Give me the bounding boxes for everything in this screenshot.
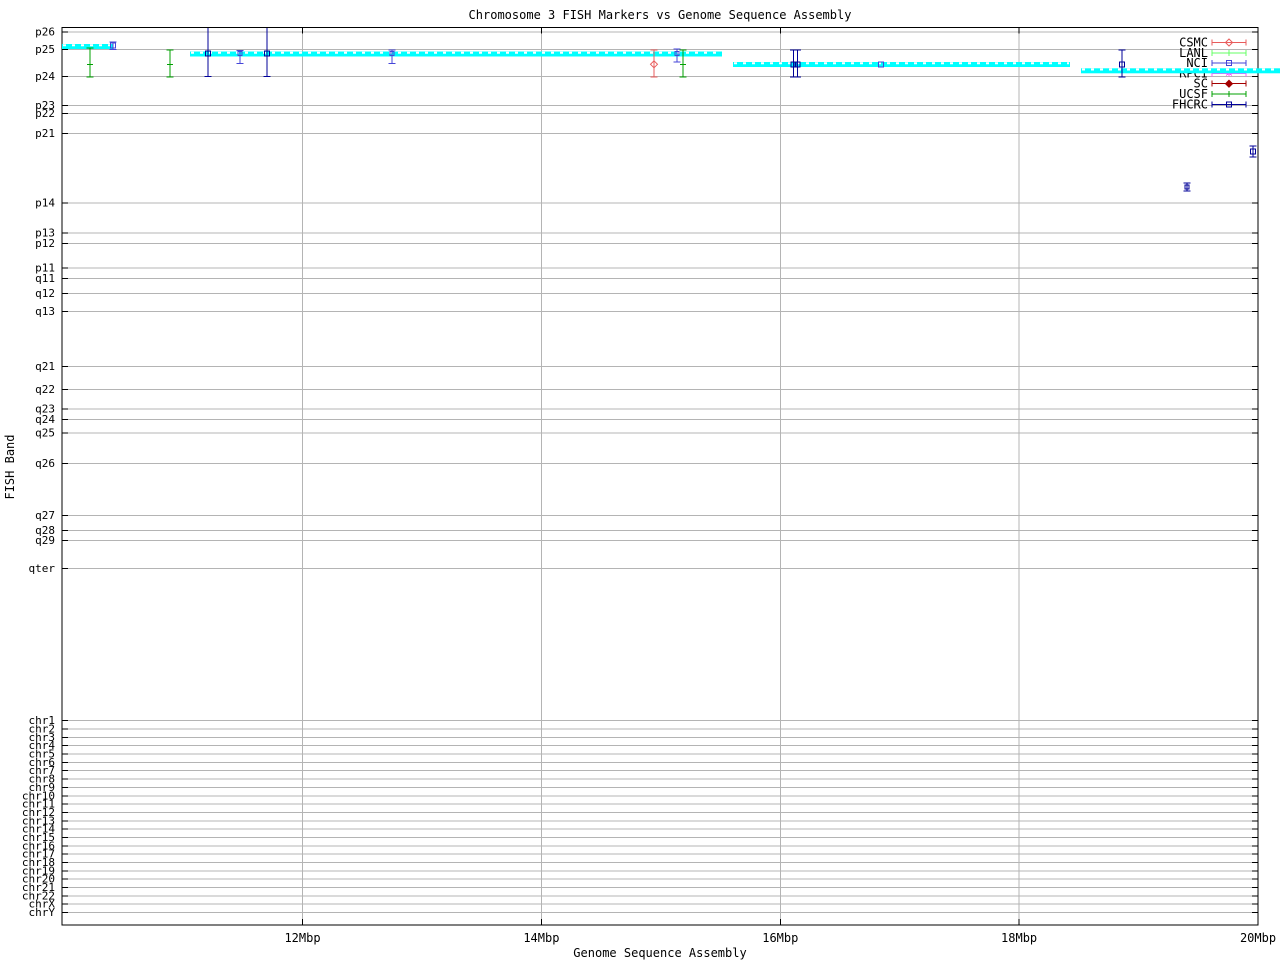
chart-generated-layer: p26p25p24p23p22p21p14p13p12p11q11q12q13q… xyxy=(22,26,1280,945)
band-axis-label: p21 xyxy=(35,127,55,140)
x-tick-label: 12Mbp xyxy=(284,931,320,945)
band-axis-label: q27 xyxy=(35,509,55,522)
chr-axis-label: chrY xyxy=(29,906,56,919)
coverage-segment xyxy=(733,62,1070,67)
x-tick-label: 16Mbp xyxy=(762,931,798,945)
band-axis-label: q12 xyxy=(35,287,55,300)
band-axis-label: p25 xyxy=(35,43,55,56)
band-axis-label: q24 xyxy=(35,413,55,426)
band-axis-label: q26 xyxy=(35,457,55,470)
band-axis-label: p12 xyxy=(35,237,55,250)
x-tick-label: 14Mbp xyxy=(523,931,559,945)
band-axis-label: q29 xyxy=(35,534,55,547)
chart-title: Chromosome 3 FISH Markers vs Genome Sequ… xyxy=(469,8,852,22)
band-axis-label: q22 xyxy=(35,383,55,396)
y-axis-title: FISH Band xyxy=(3,434,17,499)
fish-chart-canvas: p26p25p24p23p22p21p14p13p12p11q11q12q13q… xyxy=(3,8,1280,960)
band-axis-label: p26 xyxy=(35,26,55,39)
band-axis-label: q21 xyxy=(35,360,55,373)
plot-border xyxy=(61,27,1259,926)
band-axis-label: q11 xyxy=(35,272,55,285)
band-axis-label: p22 xyxy=(35,107,55,120)
x-tick-label: 20Mbp xyxy=(1240,931,1276,945)
legend-label-FHCRC: FHCRC xyxy=(1172,97,1208,111)
chart-page: p26 p25 p24 p23 p22 p21 p14 p13 p12 p11 q11 q12 q13 q… xyxy=(0,0,1280,960)
band-axis-label: qter xyxy=(29,562,56,575)
x-tick-label: 18Mbp xyxy=(1001,931,1037,945)
band-axis-label: p14 xyxy=(35,197,55,210)
legend-sample-marker xyxy=(1224,79,1234,88)
band-axis-label: p24 xyxy=(35,70,55,83)
band-axis-label: q25 xyxy=(35,427,55,440)
x-axis-title: Genome Sequence Assembly xyxy=(573,946,746,960)
band-axis-label: q13 xyxy=(35,305,55,318)
